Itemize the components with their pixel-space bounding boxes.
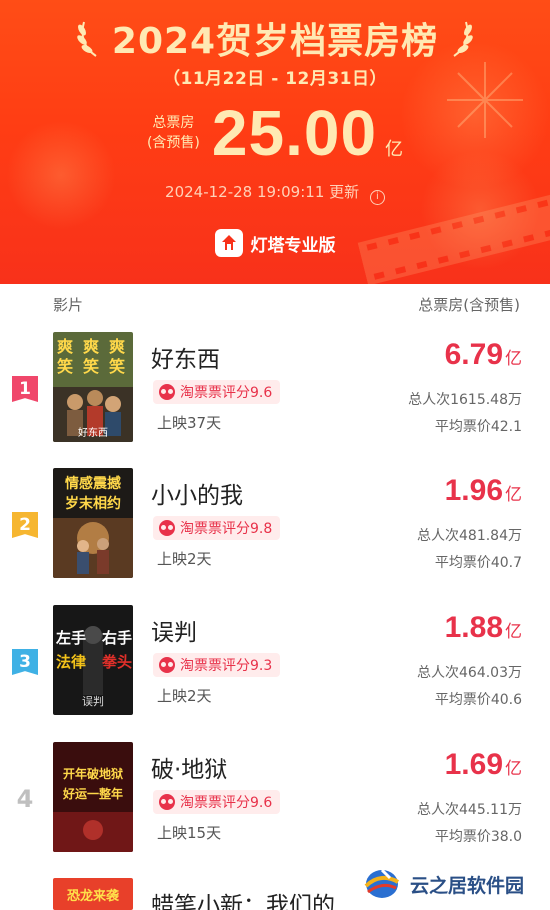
watermark: 云之居软件园 (350, 858, 550, 910)
movie-title: 误判 (151, 620, 197, 646)
update-time: 2024-12-28 19:09:11 更新 i (0, 181, 550, 205)
total-admissions: 总人次1615.48万 (408, 392, 522, 408)
box-office-value: 6.79 亿 (444, 338, 522, 371)
release-days: 上映2天 (157, 687, 212, 705)
movie-poster[interactable]: 情感震撼 岁末相约 (53, 468, 133, 578)
svg-text:爽: 爽 (57, 337, 73, 356)
list-item[interactable]: 2 情感震撼 岁末相约 小小的我 淘票票评分9.8 上映2天 1.96 亿 总人次… (0, 468, 550, 588)
list-item[interactable]: 3 左手 法律 右手 拳头 误判 误判 淘票票评分9.3 上映2天 1.88亿 (0, 605, 550, 725)
average-price: 平均票价40.6 (434, 692, 522, 708)
list-item[interactable]: 4 开年破地狱 好运一整年 破·地狱 淘票票评分9.6 上映15天 1.69 亿 … (0, 742, 550, 862)
laurel-right-icon (453, 21, 473, 57)
svg-text:爽: 爽 (109, 337, 125, 356)
rank-badge: 2 (12, 512, 38, 538)
average-price: 平均票价38.0 (434, 829, 522, 845)
total-box-office: 总票房 (含预售) 25.00 亿 (0, 97, 550, 169)
svg-text:笑: 笑 (57, 357, 73, 376)
average-price: 平均票价42.1 (434, 419, 522, 435)
movie-title: 破·地狱 (151, 757, 228, 783)
taopiaopiao-icon (159, 384, 175, 400)
svg-text:误判: 误判 (82, 695, 104, 708)
svg-text:好东西: 好东西 (78, 426, 108, 439)
column-header-box-office: 总票房(含预售) (418, 296, 520, 314)
total-unit: 亿 (385, 139, 404, 160)
total-admissions: 总人次464.03万 (417, 665, 522, 681)
movie-title: 蜡笔小新：我们的 (151, 893, 335, 910)
rank-number: 4 (16, 785, 34, 813)
taopiaopiao-icon (159, 794, 175, 810)
box-office-value: 1.88 亿 (444, 611, 522, 644)
svg-text:开年破地狱: 开年破地狱 (63, 766, 123, 781)
svg-text:爽: 爽 (83, 337, 99, 356)
rating-chip: 淘票票评分9.6 (153, 380, 281, 404)
box-office-value: 1.69 亿 (444, 748, 522, 781)
total-admissions: 总人次445.11万 (417, 802, 522, 818)
rating-chip: 淘票票评分9.8 (153, 516, 281, 540)
total-admissions: 总人次481.84万 (417, 528, 522, 544)
rank-badge: 1 (12, 376, 38, 402)
release-days: 上映37天 (157, 414, 222, 432)
rank-badge: 3 (12, 649, 38, 675)
column-header-film: 影片 (53, 296, 84, 314)
svg-text:笑: 笑 (83, 357, 99, 376)
movie-poster[interactable]: 爽 爽 爽 笑 笑 笑 好东西 (53, 332, 133, 442)
brand-label: 灯塔专业版 (250, 235, 336, 256)
laurel-left-icon (77, 21, 97, 57)
svg-text:左手: 左手 (55, 629, 86, 647)
rating-chip: 淘票票评分9.3 (153, 653, 281, 677)
movie-title: 好东西 (151, 347, 220, 373)
release-days: 上映15天 (157, 824, 222, 842)
brand[interactable]: 灯塔专业版 (0, 228, 550, 258)
total-label: 总票房 (含预售) (146, 115, 200, 151)
header-banner: 2024贺岁档票房榜 （11月22日 - 12月31日） 总票房 (含预售) 2… (0, 0, 550, 284)
title-row: 2024贺岁档票房榜 (0, 10, 550, 66)
rating-chip: 淘票票评分9.6 (153, 790, 281, 814)
svg-text:岁末相约: 岁末相约 (65, 495, 121, 512)
taopiaopiao-icon (159, 520, 175, 536)
average-price: 平均票价40.7 (434, 555, 522, 571)
info-icon[interactable]: i (369, 190, 385, 205)
list-item[interactable]: 1 爽 爽 爽 笑 笑 笑 好东西 好东西 淘票票评分9.6 上映37天 6.7… (0, 332, 550, 452)
dengta-logo-icon (214, 229, 243, 257)
movie-poster[interactable]: 开年破地狱 好运一整年 (53, 742, 133, 852)
svg-text:法律: 法律 (56, 653, 86, 671)
yunzhiju-logo-icon (364, 868, 400, 898)
movie-title: 小小的我 (151, 483, 243, 509)
total-value: 25.00 (211, 97, 378, 169)
svg-text:笑: 笑 (109, 357, 125, 376)
release-days: 上映2天 (157, 550, 212, 568)
svg-text:右手: 右手 (102, 629, 132, 647)
page-title: 2024贺岁档票房榜 (111, 21, 439, 62)
ranking-list: 影片 总票房(含预售) 1 爽 爽 爽 笑 笑 笑 好东西 好东西 淘票票评分9… (0, 284, 550, 910)
svg-text:情感震撼: 情感震撼 (65, 475, 121, 492)
svg-text:拳头: 拳头 (101, 653, 132, 671)
movie-poster[interactable]: 恐龙来袭 (53, 878, 133, 910)
watermark-text: 云之居软件园 (410, 874, 525, 897)
movie-poster[interactable]: 左手 法律 右手 拳头 误判 (53, 605, 133, 715)
date-range: （11月22日 - 12月31日） (162, 69, 388, 89)
svg-text:恐龙来袭: 恐龙来袭 (67, 888, 120, 904)
svg-text:好运一整年: 好运一整年 (62, 786, 123, 801)
taopiaopiao-icon (159, 657, 175, 673)
box-office-value: 1.96 亿 (444, 474, 522, 507)
